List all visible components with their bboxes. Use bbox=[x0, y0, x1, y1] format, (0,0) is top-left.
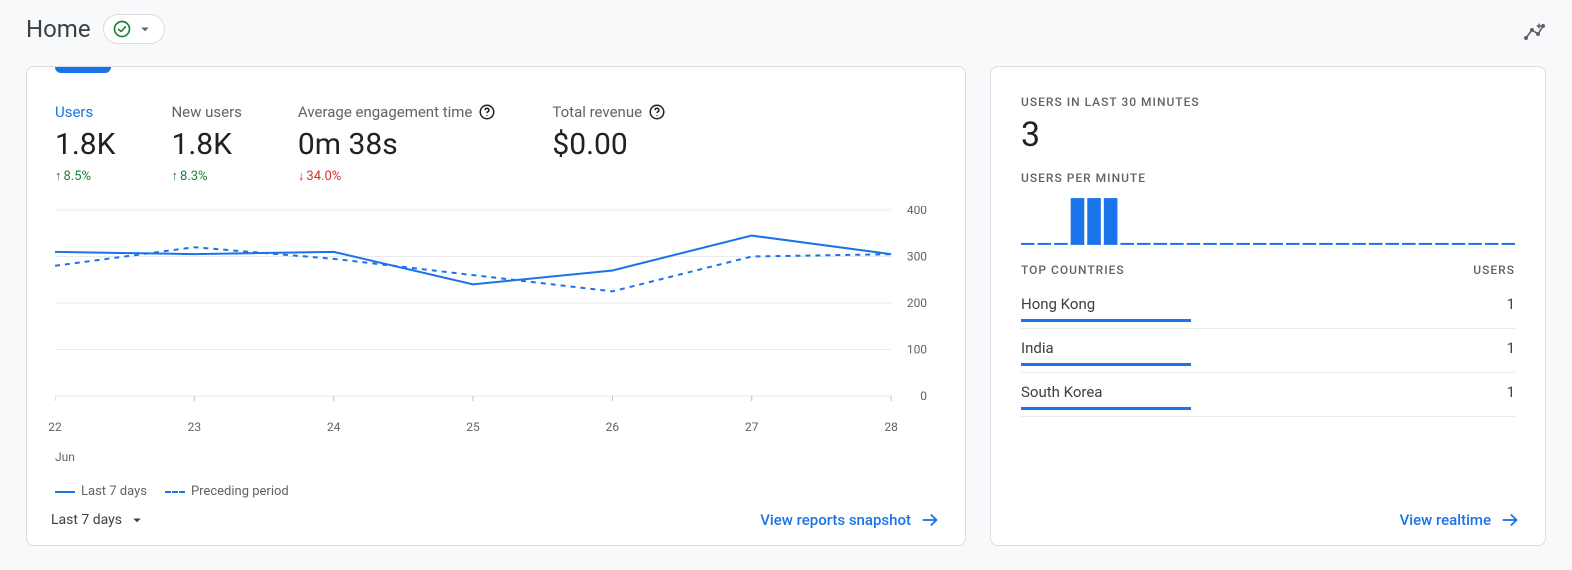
view-reports-snapshot-link[interactable]: View reports snapshot bbox=[760, 509, 941, 531]
insights-button[interactable] bbox=[1522, 20, 1546, 44]
caret-down-icon bbox=[136, 20, 154, 38]
x-tick-label: 23 bbox=[188, 420, 202, 434]
caret-down-icon bbox=[128, 511, 146, 529]
date-range-label: Last 7 days bbox=[51, 512, 122, 528]
metric-delta: ↑8.5% bbox=[55, 168, 115, 184]
svg-text:0: 0 bbox=[920, 389, 927, 403]
realtime-users-label: USERS IN LAST 30 MINUTES bbox=[1021, 95, 1515, 109]
arrow-right-icon bbox=[919, 509, 941, 531]
svg-text:200: 200 bbox=[907, 296, 927, 310]
metric-users[interactable]: Users 1.8K ↑8.5% bbox=[55, 103, 115, 184]
country-users: 1 bbox=[1507, 339, 1515, 357]
arrow-up-icon: ↑ bbox=[171, 168, 178, 184]
country-name: Hong Kong bbox=[1021, 295, 1095, 313]
legend-label: Preceding period bbox=[191, 484, 289, 499]
country-name: South Korea bbox=[1021, 383, 1102, 401]
insights-icon bbox=[1522, 20, 1546, 44]
legend-item-current: Last 7 days bbox=[55, 484, 147, 499]
chart-legend: Last 7 days Preceding period bbox=[55, 484, 937, 499]
users-per-minute-chart[interactable] bbox=[991, 195, 1545, 245]
metric-delta: ↑8.3% bbox=[171, 168, 241, 184]
metric-label: New users bbox=[171, 103, 241, 121]
country-bar bbox=[1021, 407, 1191, 410]
metrics-row: Users 1.8K ↑8.5% New users 1.8K ↑8.3% Average … bbox=[27, 67, 965, 192]
page-header: Home bbox=[0, 0, 1572, 54]
metric-label: Average engagement time bbox=[298, 103, 496, 121]
x-tick-label: 25 bbox=[466, 420, 480, 434]
metric-value: 1.8K bbox=[55, 127, 115, 162]
country-name: India bbox=[1021, 339, 1054, 357]
metric-value: 0m 38s bbox=[298, 127, 496, 162]
country-bar bbox=[1021, 319, 1191, 322]
check-circle-icon bbox=[112, 19, 132, 39]
arrow-right-icon bbox=[1499, 509, 1521, 531]
legend-label: Last 7 days bbox=[81, 484, 147, 499]
help-icon[interactable] bbox=[478, 103, 496, 121]
country-users: 1 bbox=[1507, 295, 1515, 313]
country-bar bbox=[1021, 363, 1191, 366]
svg-text:100: 100 bbox=[907, 342, 927, 356]
metric-average-engagement-time[interactable]: Average engagement time 0m 38s ↓34.0% bbox=[298, 103, 496, 184]
status-dropdown[interactable] bbox=[103, 14, 165, 44]
chart-month-label: Jun bbox=[55, 450, 965, 464]
page-title: Home bbox=[26, 15, 91, 43]
x-tick-label: 26 bbox=[606, 420, 620, 434]
overview-card: Users 1.8K ↑8.5% New users 1.8K ↑8.3% Average … bbox=[26, 66, 966, 546]
link-label: View reports snapshot bbox=[760, 511, 911, 529]
metric-label: Users bbox=[55, 103, 115, 121]
metric-new-users[interactable]: New users 1.8K ↑8.3% bbox=[171, 103, 241, 184]
metric-value: $0.00 bbox=[552, 127, 666, 162]
arrow-up-icon: ↑ bbox=[55, 168, 62, 184]
link-label: View realtime bbox=[1400, 511, 1491, 529]
metric-total-revenue[interactable]: Total revenue $0.00 bbox=[552, 103, 666, 184]
x-tick-label: 27 bbox=[745, 420, 759, 434]
top-countries-header: TOP COUNTRIES USERS bbox=[991, 245, 1545, 287]
x-tick-label: 24 bbox=[327, 420, 341, 434]
x-tick-label: 22 bbox=[48, 420, 62, 434]
countries-list: Hong Kong 1 India 1 South Korea 1 bbox=[991, 287, 1545, 419]
svg-text:300: 300 bbox=[907, 249, 927, 263]
help-icon[interactable] bbox=[648, 103, 666, 121]
legend-swatch-solid-icon bbox=[55, 491, 75, 493]
view-realtime-link[interactable]: View realtime bbox=[1400, 509, 1521, 531]
active-tab-indicator bbox=[55, 67, 111, 73]
chart-x-axis: 22232425262728 bbox=[55, 420, 937, 452]
metric-delta: ↓34.0% bbox=[298, 168, 496, 184]
metric-label: Total revenue bbox=[552, 103, 666, 121]
users-column-label: USERS bbox=[1473, 263, 1515, 277]
top-countries-label: TOP COUNTRIES bbox=[1021, 263, 1125, 277]
country-row[interactable]: Hong Kong 1 bbox=[991, 287, 1545, 331]
country-row[interactable]: India 1 bbox=[991, 331, 1545, 375]
x-tick-label: 28 bbox=[884, 420, 898, 434]
metric-value: 1.8K bbox=[171, 127, 241, 162]
legend-item-preceding: Preceding period bbox=[165, 484, 289, 499]
date-range-picker[interactable]: Last 7 days bbox=[51, 511, 146, 529]
realtime-card: USERS IN LAST 30 MINUTES 3 USERS PER MIN… bbox=[990, 66, 1546, 546]
svg-text:400: 400 bbox=[907, 206, 927, 217]
country-row[interactable]: South Korea 1 bbox=[991, 375, 1545, 419]
users-per-minute-label: USERS PER MINUTE bbox=[1021, 171, 1515, 185]
legend-swatch-dashed-icon bbox=[165, 491, 185, 493]
arrow-down-icon: ↓ bbox=[298, 168, 305, 184]
realtime-users-value: 3 bbox=[1021, 115, 1515, 155]
users-line-chart[interactable]: 0 100 200 300 400 bbox=[55, 206, 937, 416]
country-users: 1 bbox=[1507, 383, 1515, 401]
